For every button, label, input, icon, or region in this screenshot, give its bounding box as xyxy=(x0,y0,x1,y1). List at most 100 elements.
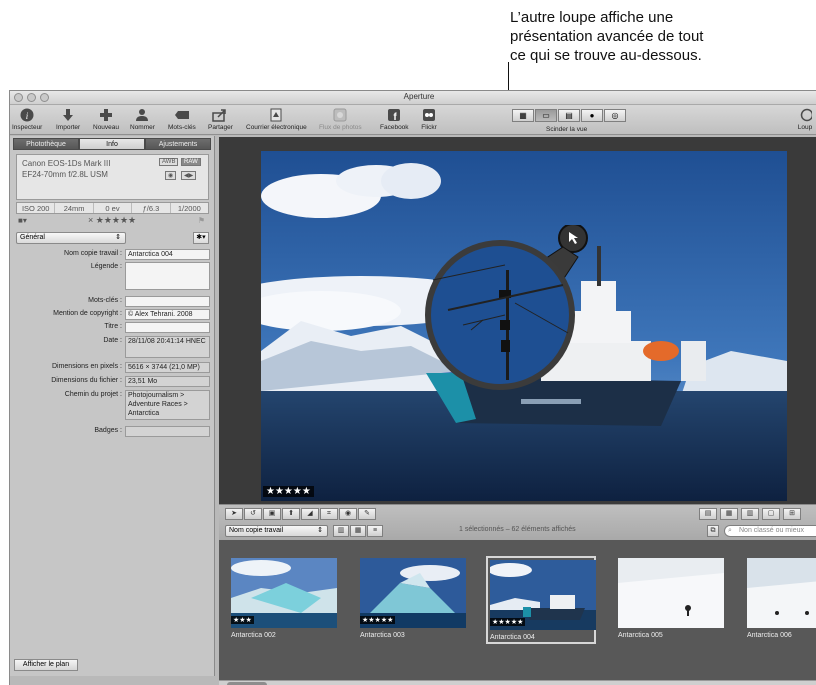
toolbar-new-button[interactable]: Nouveau xyxy=(93,107,119,131)
redeye-tool-button[interactable]: ◉ xyxy=(339,508,357,520)
callout-line-3: ce qui se trouve au-dessous. xyxy=(510,47,702,64)
info-icon: i xyxy=(17,107,37,123)
metadata-preset-select[interactable]: Général ⇕ xyxy=(16,232,126,244)
date-value: 28/11/08 20:41:14 HNEC xyxy=(125,336,210,358)
project-path-value: Photojournalism > Adventure Races > Anta… xyxy=(125,390,210,420)
field-label: Mention de copyright : xyxy=(53,310,122,317)
filter-search-input[interactable]: ⌕ Non classé ou mieux xyxy=(724,525,816,537)
field-label: Date : xyxy=(103,337,122,344)
rating-stars[interactable]: × ★★★★★ xyxy=(88,215,136,226)
thumbnail-selected[interactable]: ★★★★★ Antarctica 004 xyxy=(486,556,596,644)
field-label: Dimensions en pixels : xyxy=(51,363,122,370)
viewer-icon: ▢ xyxy=(767,510,775,517)
metadata-preset-value: Général xyxy=(20,234,45,241)
field-label: Titre : xyxy=(104,323,122,330)
thumbnail-name: Antarctica 002 xyxy=(231,632,276,639)
field-label: Légende : xyxy=(90,263,122,270)
flash-icon: ◀▶ xyxy=(181,171,197,180)
rotate-tool-button[interactable]: ↺ xyxy=(244,508,262,520)
gear-icon[interactable]: ✱▾ xyxy=(193,232,209,244)
inspector-tabs: Photothèque Info Ajustements xyxy=(13,138,211,150)
toolbar-flickr-button[interactable]: Flickr xyxy=(419,107,439,131)
filmstrip-layout-button[interactable]: ▥ xyxy=(333,525,349,537)
facebook-icon: f xyxy=(384,107,404,123)
view-places-button[interactable]: ◎ xyxy=(604,109,626,122)
select-tool-button[interactable]: ➤ xyxy=(225,508,243,520)
plus-icon xyxy=(96,107,116,123)
tab-info[interactable]: Info xyxy=(79,138,145,150)
thumbnail[interactable]: ★★★ Antarctica 002 xyxy=(229,556,339,644)
view-split-button[interactable]: ▭ xyxy=(535,109,557,122)
stack-tool-button[interactable]: ▣ xyxy=(263,508,281,520)
keywords-input[interactable] xyxy=(125,296,210,307)
tag-icon xyxy=(172,107,192,123)
view-faces-button[interactable]: ● xyxy=(581,109,603,122)
faces-icon: ● xyxy=(589,111,595,120)
toolbar-loupe-button[interactable]: Loup xyxy=(795,107,815,131)
display-options-button[interactable]: ▦ xyxy=(720,508,738,520)
fullscreen-button[interactable]: ⊞ xyxy=(783,508,801,520)
lift-icon: ⬆ xyxy=(288,510,294,517)
view-browser-button[interactable]: ▦ xyxy=(512,109,534,122)
crop-tool-button[interactable]: ⌗ xyxy=(320,508,338,520)
awb-badge: AWB xyxy=(159,158,179,166)
toolbar-inspector-button[interactable]: i Inspecteur xyxy=(12,107,42,131)
inspector-panel: Photothèque Info Ajustements Canon EOS-1… xyxy=(10,136,215,676)
thumbnail[interactable]: Antarctica 005 xyxy=(616,556,726,644)
filmstrip-icon: ▤ xyxy=(565,111,573,120)
view-mode-segmented: ▦ ▭ ▤ ● ◎ xyxy=(512,109,626,122)
edit-tools: ➤ ↺ ▣ ⬆ ◢ ⌗ ◉ ✎ xyxy=(225,508,376,520)
grid-layout-button[interactable]: ▦ xyxy=(350,525,366,537)
split-view-label: Scinder la vue xyxy=(546,126,588,133)
show-map-button[interactable]: Afficher le plan xyxy=(14,659,78,671)
import-view-button[interactable]: ▤ xyxy=(699,508,717,520)
secondary-viewer-button[interactable]: ▢ xyxy=(762,508,780,520)
places-icon: ◎ xyxy=(611,111,619,120)
copyright-input[interactable]: © Alex Tehrani. 2008 xyxy=(125,309,210,320)
exif-iso: ISO 200 xyxy=(17,203,56,213)
toolbar-import-button[interactable]: Importer xyxy=(56,107,80,131)
title-input[interactable] xyxy=(125,322,210,333)
exif-bar: ISO 200 24mm 0 ev ƒ/6.3 1/2000 xyxy=(16,202,209,214)
selection-count: 1 sélectionnés – 62 éléments affichés xyxy=(459,526,576,533)
thumbnail-rating: ★★★★★ xyxy=(490,618,526,626)
toolbar-share-button[interactable]: Partager xyxy=(208,107,233,131)
toolbar-name-button[interactable]: Nommer xyxy=(130,107,155,131)
share-icon xyxy=(210,107,230,123)
rating-row: ■▾ × ★★★★★ ⚑ xyxy=(16,215,209,228)
tab-library[interactable]: Photothèque xyxy=(13,138,79,150)
camera-info: Canon EOS-1Ds Mark III EF24-70mm f/2.8L … xyxy=(16,154,209,200)
toolbar-keywords-button[interactable]: Mots-clés xyxy=(168,107,196,131)
field-label: Chemin du projet : xyxy=(64,391,122,398)
caption-input[interactable] xyxy=(125,262,210,290)
toolbar-keywords-label: Mots-clés xyxy=(168,124,196,131)
loupe-overlay[interactable] xyxy=(423,223,588,390)
toolbar-inspector-label: Inspecteur xyxy=(12,124,43,131)
list-layout-button[interactable]: ≡ xyxy=(367,525,383,537)
toolbar-facebook-button[interactable]: f Facebook xyxy=(380,107,409,131)
raw-badge: RAW xyxy=(181,158,201,166)
thumbnail[interactable]: Antarctica 006 xyxy=(745,556,816,644)
exif-focal: 24mm xyxy=(55,203,94,213)
straighten-tool-button[interactable]: ◢ xyxy=(301,508,319,520)
color-label-icon[interactable]: ■▾ xyxy=(18,216,27,225)
photo-rating-overlay: ★★★★★ xyxy=(263,486,314,497)
photostream-icon xyxy=(330,107,350,123)
version-name-input[interactable]: Antarctica 004 xyxy=(125,249,210,260)
thumbnail[interactable]: ★★★★★ Antarctica 003 xyxy=(358,556,468,644)
flag-icon[interactable]: ⚑ xyxy=(198,216,205,225)
toolbar-photostream-button[interactable]: Flux de photos xyxy=(319,107,362,131)
search-placeholder: Non classé ou mieux xyxy=(739,527,804,534)
thumbnail-name: Antarctica 003 xyxy=(360,632,405,639)
field-label: Nom copie travail : xyxy=(64,250,122,257)
aperture-window: Aperture i Inspecteur Importer Nouveau N… xyxy=(9,90,816,685)
tab-adjustments[interactable]: Ajustements xyxy=(145,138,211,150)
toolbar-email-button[interactable]: Courrier électronique xyxy=(246,107,307,131)
sort-select[interactable]: Nom copie travail ⇕ xyxy=(225,525,328,537)
brush-tool-button[interactable]: ✎ xyxy=(358,508,376,520)
metadata-overlay-button[interactable]: ▥ xyxy=(741,508,759,520)
filter-button[interactable]: ⧉ xyxy=(707,525,719,537)
view-viewer-button[interactable]: ▤ xyxy=(558,109,580,122)
filmstrip-scrollbar[interactable] xyxy=(219,680,816,685)
lift-tool-button[interactable]: ⬆ xyxy=(282,508,300,520)
